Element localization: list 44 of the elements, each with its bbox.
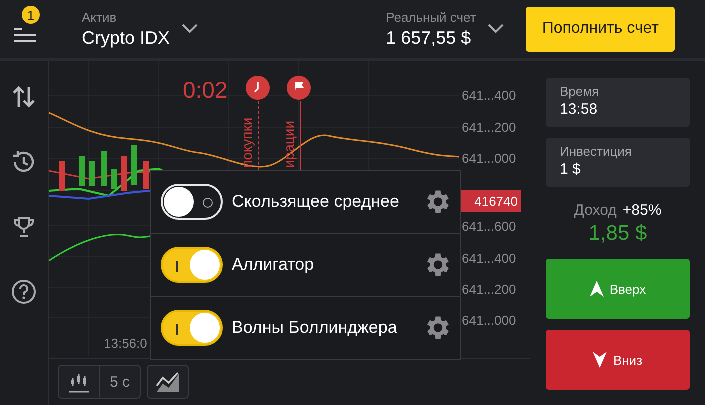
indicator-name: Аллигатор: [232, 255, 316, 275]
indicator-name: Волны Боллинджера: [232, 318, 398, 338]
help-icon[interactable]: [11, 279, 37, 305]
chevron-down-icon[interactable]: [182, 24, 198, 34]
time-tick: 13:56:0: [104, 336, 148, 351]
up-button[interactable]: Вверх: [546, 259, 690, 319]
price-tick: 641...600: [462, 219, 516, 234]
menu-icon[interactable]: [13, 28, 37, 42]
chart-type-control[interactable]: 5 с: [58, 365, 141, 399]
toggle-switch[interactable]: [161, 247, 223, 283]
time-label: Время: [560, 84, 600, 99]
asset-label: Актив: [82, 10, 118, 24]
price-tick: 641...000: [462, 151, 516, 166]
asset-name: Crypto IDX: [82, 28, 170, 48]
history-icon[interactable]: [11, 149, 37, 175]
area-chart-icon[interactable]: [155, 370, 181, 394]
price-tick: 641...200: [462, 120, 516, 135]
investment-label: Инвестиция: [560, 144, 633, 159]
investment-value: 1 $: [560, 161, 582, 178]
price-tick: 641...400: [462, 88, 516, 103]
trophy-icon[interactable]: [12, 215, 36, 239]
investment-card[interactable]: Инвестиция 1 $: [546, 138, 690, 187]
toggle-switch[interactable]: [161, 310, 223, 346]
chevron-down-icon[interactable]: [488, 24, 504, 34]
arrow-up-icon: [590, 281, 604, 297]
countdown-timer: 0:02: [183, 77, 228, 104]
account-label: Реальный счет: [386, 10, 476, 24]
marker-label: покупки: [239, 118, 255, 168]
interval-selector[interactable]: 5 с: [99, 366, 140, 398]
arrow-down-icon: [593, 352, 608, 368]
time-value: 13:58: [560, 101, 599, 118]
account-balance: 1 657,55 $: [386, 28, 472, 48]
deposit-button[interactable]: Пополнить счет: [526, 6, 675, 52]
profit-percent: +85%: [622, 202, 662, 219]
profit-amount: 1,85 $: [588, 222, 648, 246]
up-down-arrows-icon[interactable]: [12, 85, 36, 109]
notification-badge: 1: [22, 6, 40, 24]
price-tick: 641...000: [462, 313, 516, 328]
down-button[interactable]: Вниз: [546, 330, 690, 390]
profit-label: Доход: [574, 202, 617, 219]
price-tick: 641...200: [462, 282, 516, 297]
marker-label: ирации: [281, 120, 297, 168]
price-tick: 641...400: [462, 251, 516, 266]
time-card[interactable]: Время 13:58: [546, 78, 690, 127]
